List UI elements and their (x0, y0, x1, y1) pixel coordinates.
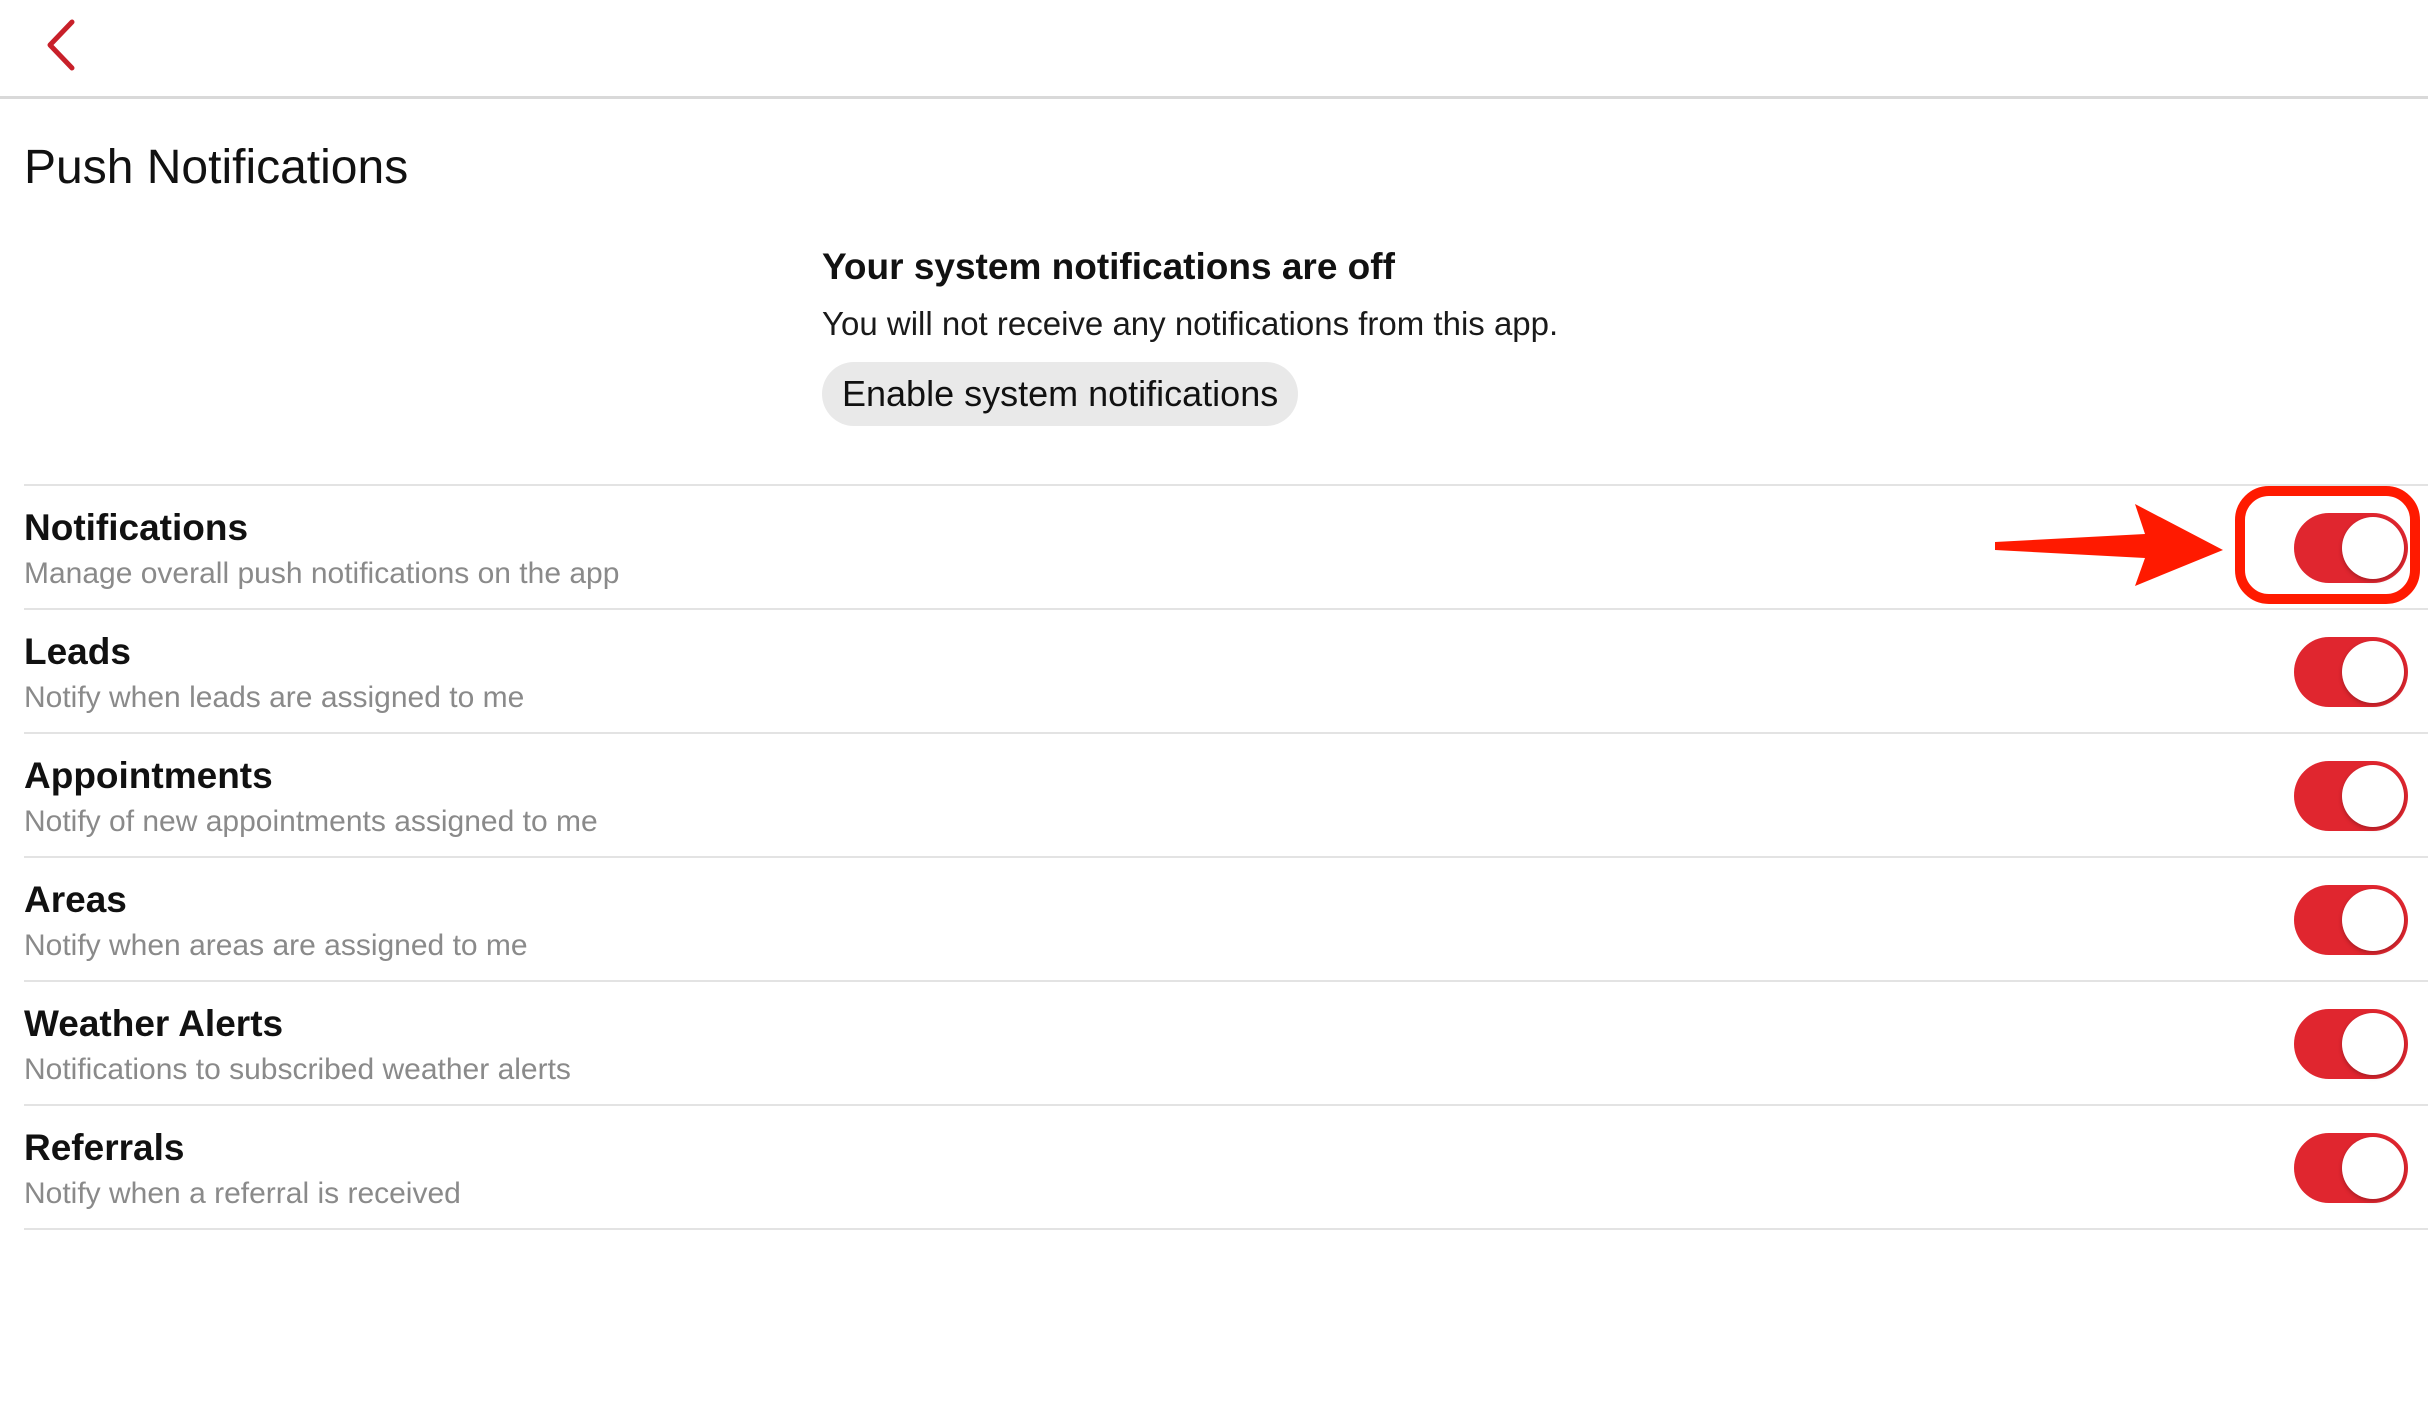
system-notifications-banner: Your system notifications are off You wi… (822, 242, 1822, 426)
row-text: Notifications Manage overall push notifi… (24, 504, 619, 594)
notifications-toggle[interactable] (2294, 513, 2408, 583)
toggle-knob (2342, 1013, 2404, 1075)
row-subtitle: Notify when areas are assigned to me (24, 929, 528, 962)
settings-list: Notifications Manage overall push notifi… (24, 484, 2428, 1230)
leads-toggle[interactable] (2294, 637, 2408, 707)
back-button[interactable] (30, 10, 90, 80)
row-subtitle: Notify when a referral is received (24, 1177, 461, 1210)
settings-row-weather-alerts: Weather Alerts Notifications to subscrib… (24, 982, 2428, 1106)
referrals-toggle[interactable] (2294, 1133, 2408, 1203)
row-title: Areas (24, 879, 127, 920)
settings-row-appointments: Appointments Notify of new appointments … (24, 734, 2428, 858)
row-subtitle: Notifications to subscribed weather aler… (24, 1053, 571, 1086)
row-title: Leads (24, 631, 131, 672)
row-text: Referrals Notify when a referral is rece… (24, 1124, 461, 1214)
banner-title: Your system notifications are off (822, 246, 1395, 287)
toggle-knob (2342, 1137, 2404, 1199)
row-subtitle: Manage overall push notifications on the… (24, 557, 620, 590)
row-title: Weather Alerts (24, 1003, 284, 1044)
enable-system-notifications-button[interactable]: Enable system notifications (822, 362, 1299, 426)
row-text: Weather Alerts Notifications to subscrib… (24, 1000, 571, 1090)
toggle-knob (2342, 517, 2404, 579)
chevron-left-icon (47, 19, 75, 71)
banner-text: You will not receive any notifications f… (822, 305, 1559, 342)
settings-row-areas: Areas Notify when areas are assigned to … (24, 858, 2428, 982)
appointments-toggle[interactable] (2294, 761, 2408, 831)
row-text: Areas Notify when areas are assigned to … (24, 876, 528, 966)
row-title: Referrals (24, 1127, 185, 1168)
toggle-knob (2342, 889, 2404, 951)
row-subtitle: Notify when leads are assigned to me (24, 681, 525, 714)
row-subtitle: Notify of new appointments assigned to m… (24, 805, 598, 838)
settings-row-notifications: Notifications Manage overall push notifi… (24, 486, 2428, 610)
page-title: Push Notifications (24, 141, 409, 194)
areas-toggle[interactable] (2294, 885, 2408, 955)
row-title: Appointments (24, 755, 273, 796)
row-text: Leads Notify when leads are assigned to … (24, 628, 524, 718)
weather-alerts-toggle[interactable] (2294, 1009, 2408, 1079)
row-text: Appointments Notify of new appointments … (24, 752, 598, 842)
row-title: Notifications (24, 507, 249, 548)
settings-row-leads: Leads Notify when leads are assigned to … (24, 610, 2428, 734)
settings-row-referrals: Referrals Notify when a referral is rece… (24, 1106, 2428, 1230)
toggle-knob (2342, 765, 2404, 827)
top-navigation-bar (0, 0, 2428, 99)
toggle-knob (2342, 641, 2404, 703)
